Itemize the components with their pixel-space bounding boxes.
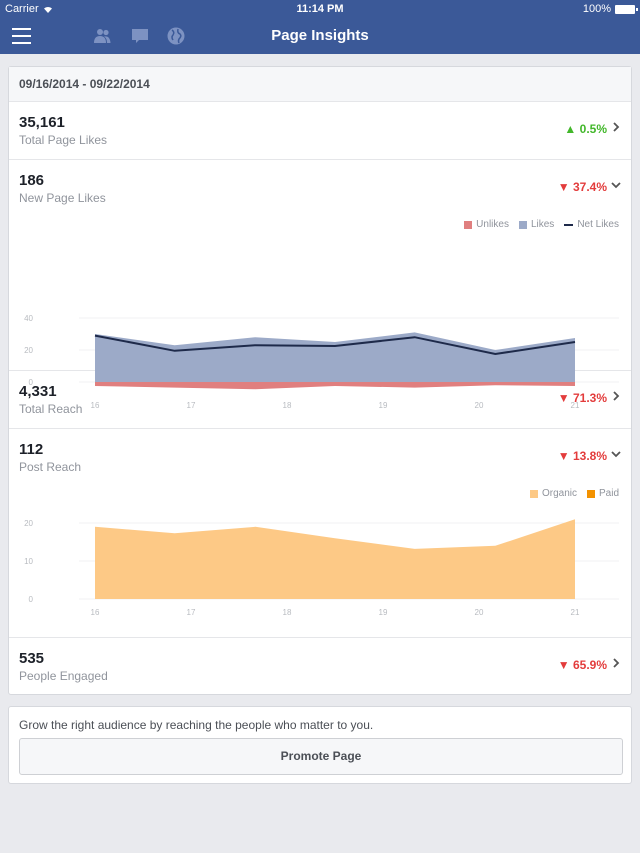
legend-swatch xyxy=(564,223,574,226)
metric-total-page-likes[interactable]: 35,161 Total Page Likes ▲ 0.5% xyxy=(9,102,631,160)
chart-legend: Organic Paid xyxy=(529,488,619,499)
legend-swatch xyxy=(586,489,595,498)
battery-percent: 100% xyxy=(582,3,611,15)
post-reach-chart: 20 10 0 16 17 18 19 20 21 xyxy=(24,519,619,617)
metric-label: Total Reach xyxy=(19,402,83,416)
x-tick-label: 20 xyxy=(475,608,484,617)
clock: 11:14 PM xyxy=(296,3,344,15)
metric-value: 35,161 xyxy=(19,114,65,131)
delta-value: 37.4% xyxy=(572,180,607,194)
metric-label: New Page Likes xyxy=(19,191,106,205)
battery-icon xyxy=(615,4,638,14)
promote-card: Grow the right audience by reaching the … xyxy=(8,706,632,784)
y-tick-label: 0 xyxy=(29,595,34,604)
y-tick-label: 20 xyxy=(24,346,33,355)
metric-total-reach[interactable]: 4,331 Total Reach ▼ 71.3% xyxy=(9,371,631,429)
chevron-right-icon[interactable] xyxy=(611,656,621,670)
metric-post-reach[interactable]: 112 Post Reach ▼ 13.8% Organic Paid 20 10… xyxy=(9,429,631,638)
arrow-down-icon: ▼ xyxy=(557,658,570,672)
arrow-up-icon: ▲ xyxy=(564,122,577,136)
legend-item-likes: Likes xyxy=(518,219,555,230)
battery-indicator: 100% xyxy=(582,3,638,15)
chevron-right-icon[interactable] xyxy=(611,389,621,403)
insights-card: 09/16/2014 - 09/22/2014 35,161 Total Pag… xyxy=(8,66,632,695)
arrow-down-icon: ▼ xyxy=(557,449,570,463)
metric-new-page-likes[interactable]: 186 New Page Likes ▼ 37.4% Unlikes Likes… xyxy=(9,160,631,410)
metric-value: 186 xyxy=(19,172,45,189)
promo-text: Grow the right audience by reaching the … xyxy=(19,718,374,732)
metric-delta: ▼ 65.9% xyxy=(558,658,607,672)
legend-item-net-likes: Net Likes xyxy=(564,219,619,230)
y-tick-label: 10 xyxy=(24,557,33,566)
metric-delta: ▲ 0.5% xyxy=(564,122,607,136)
metric-value: 4,331 xyxy=(19,383,57,400)
x-tick-label: 19 xyxy=(379,608,388,617)
metric-label: Post Reach xyxy=(19,460,82,474)
legend-swatch xyxy=(518,220,527,229)
legend-label: Likes xyxy=(530,219,555,230)
promote-page-button[interactable]: Promote Page xyxy=(19,738,623,775)
delta-value: 13.8% xyxy=(572,449,607,463)
legend-label: Organic xyxy=(541,488,577,499)
y-tick-label: 20 xyxy=(24,519,33,528)
metric-value: 535 xyxy=(19,650,45,667)
legend-label: Paid xyxy=(598,488,619,499)
metric-delta: ▼ 71.3% xyxy=(558,391,607,405)
nav-bar: Page Insights xyxy=(0,18,640,54)
legend-label: Unlikes xyxy=(476,219,509,230)
legend-item-paid: Paid xyxy=(586,488,619,499)
status-bar: Carrier 11:14 PM 100% xyxy=(0,0,640,18)
x-tick-label: 17 xyxy=(187,608,196,617)
y-tick-label: 40 xyxy=(24,314,33,323)
legend-swatch xyxy=(529,489,538,498)
delta-value: 0.5% xyxy=(579,122,607,136)
x-tick-label: 21 xyxy=(571,608,580,617)
organic-area xyxy=(95,519,575,599)
legend-label: Net Likes xyxy=(577,219,619,230)
chart-legend: Unlikes Likes Net Likes xyxy=(464,219,619,230)
page-title: Page Insights xyxy=(271,27,369,44)
metric-delta: ▼ 37.4% xyxy=(558,180,607,194)
metric-label: Total Page Likes xyxy=(19,133,108,147)
delta-value: 65.9% xyxy=(572,658,607,672)
chevron-down-icon[interactable] xyxy=(611,178,621,192)
legend-item-unlikes: Unlikes xyxy=(464,219,509,230)
legend-item-organic: Organic xyxy=(529,488,577,499)
legend-swatch xyxy=(464,220,473,229)
metric-label: People Engaged xyxy=(19,669,108,683)
x-tick-label: 18 xyxy=(283,608,292,617)
metric-value: 112 xyxy=(19,441,44,458)
metric-people-engaged[interactable]: 535 People Engaged ▼ 65.9% xyxy=(9,638,631,695)
arrow-down-icon: ▼ xyxy=(557,391,570,405)
arrow-down-icon: ▼ xyxy=(557,180,570,194)
delta-value: 71.3% xyxy=(572,391,607,405)
x-tick-label: 16 xyxy=(91,608,100,617)
chevron-right-icon[interactable] xyxy=(611,120,621,134)
date-range[interactable]: 09/16/2014 - 09/22/2014 xyxy=(9,67,631,102)
chevron-down-icon[interactable] xyxy=(611,447,621,461)
metric-delta: ▼ 13.8% xyxy=(558,449,607,463)
